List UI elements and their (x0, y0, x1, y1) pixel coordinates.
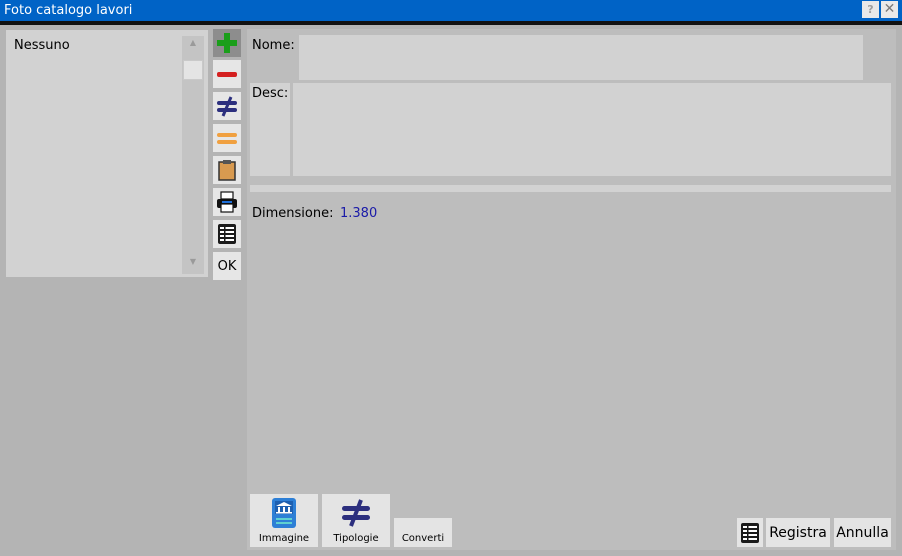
grid-view-button[interactable] (737, 518, 763, 547)
tab-converti[interactable]: Converti (394, 518, 452, 547)
window-title: Foto catalogo lavori (0, 0, 902, 21)
help-button[interactable]: ? (862, 1, 879, 18)
separator-bar (250, 185, 891, 192)
nome-label: Nome: (252, 38, 295, 53)
spreadsheet-icon (741, 522, 759, 543)
grid-button[interactable] (213, 220, 241, 248)
remove-button[interactable] (213, 60, 241, 88)
ok-button[interactable]: OK (213, 252, 241, 280)
add-button[interactable] (213, 29, 241, 57)
spreadsheet-icon (218, 224, 236, 244)
desc-field[interactable] (293, 83, 891, 176)
print-button[interactable] (213, 188, 241, 216)
annulla-button[interactable]: Annulla (834, 518, 891, 547)
tab-tipologie-label: Tipologie (333, 533, 379, 544)
clipboard-icon (218, 160, 236, 181)
scroll-up-icon[interactable]: ▲ (182, 36, 204, 50)
tab-immagine-label: Immagine (258, 533, 310, 544)
desc-label: Desc: (252, 86, 289, 101)
add-icon (217, 33, 237, 53)
equal-icon (217, 133, 237, 144)
nome-field[interactable] (299, 35, 863, 80)
catalog-list[interactable]: Nessuno ▲ ▼ (6, 30, 208, 277)
list-item[interactable]: Nessuno (14, 38, 70, 53)
not-equal-icon (217, 96, 237, 117)
tab-converti-label: Converti (401, 533, 445, 544)
title-separator (0, 21, 902, 25)
scroll-down-icon[interactable]: ▼ (182, 255, 204, 269)
paste-button[interactable] (213, 156, 241, 184)
equal-button[interactable] (213, 124, 241, 152)
registra-button[interactable]: Registra (766, 518, 830, 547)
not-equal-icon (342, 499, 370, 527)
dimensione-value: 1.380 (340, 206, 378, 221)
tab-tipologie[interactable]: Tipologie (322, 494, 390, 547)
printer-icon (217, 191, 237, 213)
remove-icon (217, 72, 237, 77)
book-bank-icon (272, 498, 296, 528)
close-button[interactable]: ✕ (881, 1, 898, 18)
dimensione-label: Dimensione: (252, 206, 334, 221)
different-button[interactable] (213, 92, 241, 120)
tab-immagine[interactable]: Immagine (250, 494, 318, 547)
scroll-thumb[interactable] (183, 60, 203, 80)
